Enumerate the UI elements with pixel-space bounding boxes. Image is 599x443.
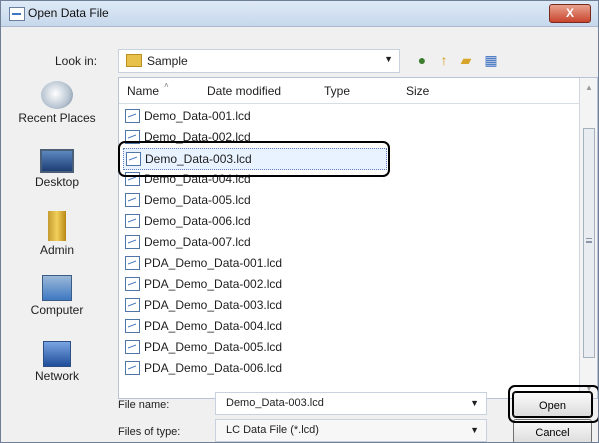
type-column-header[interactable]: Type: [324, 84, 350, 98]
places-bar: Recent Places Desktop Admin Computer Net…: [5, 77, 109, 397]
lcd-file-icon: [125, 340, 140, 354]
place-computer[interactable]: Computer: [5, 275, 109, 317]
files-of-type-label: Files of type:: [118, 426, 181, 438]
app-icon: [9, 7, 25, 21]
open-button-highlight: [508, 385, 598, 423]
lcd-file-icon: [125, 361, 140, 375]
name-column-header[interactable]: Name ˄: [127, 81, 169, 98]
vertical-scrollbar[interactable]: ▲ ▼: [579, 78, 597, 398]
new-folder-icon[interactable]: ▰: [457, 51, 475, 69]
file-list-header: Name ˄ Date modified Type Size: [119, 78, 579, 104]
folder-icon: [126, 54, 142, 67]
file-row[interactable]: Demo_Data-001.lcd: [123, 106, 503, 126]
look-in-label: Look in:: [55, 54, 98, 68]
file-row[interactable]: PDA_Demo_Data-006.lcd: [123, 358, 503, 378]
file-row[interactable]: PDA_Demo_Data-003.lcd: [123, 295, 503, 315]
file-name: Demo_Data-005.lcd: [144, 193, 251, 207]
place-label: Network: [34, 369, 79, 383]
files-of-type-dropdown[interactable]: LC Data File (*.lcd) ▼: [215, 419, 487, 442]
place-label: Admin: [39, 243, 74, 257]
place-admin[interactable]: Admin: [5, 211, 109, 257]
view-menu-icon[interactable]: ▦: [482, 51, 500, 69]
selected-file-highlight: [118, 141, 390, 177]
chevron-down-icon[interactable]: ▼: [470, 398, 479, 408]
date-modified-column-header[interactable]: Date modified: [207, 84, 281, 98]
recent-places-icon: [41, 81, 73, 109]
open-data-file-dialog: Open Data File X Look in: Sample ▼ ● ↑ ▰…: [0, 0, 599, 443]
title-bar: Open Data File X: [1, 1, 598, 27]
file-name: PDA_Demo_Data-003.lcd: [144, 298, 283, 312]
file-name: Demo_Data-007.lcd: [144, 235, 251, 249]
file-row[interactable]: PDA_Demo_Data-002.lcd: [123, 274, 503, 294]
desktop-icon: [40, 149, 74, 173]
file-row[interactable]: Demo_Data-005.lcd: [123, 190, 503, 210]
file-row[interactable]: PDA_Demo_Data-005.lcd: [123, 337, 503, 357]
scrollbar-grip-icon: [586, 238, 592, 240]
place-label: Desktop: [34, 175, 80, 189]
look-in-dropdown[interactable]: Sample ▼: [118, 49, 400, 73]
lcd-file-icon: [125, 109, 140, 123]
scrollbar-thumb[interactable]: [583, 128, 595, 358]
file-name: Demo_Data-006.lcd: [144, 214, 251, 228]
file-name: PDA_Demo_Data-004.lcd: [144, 319, 283, 333]
lcd-file-icon: [125, 277, 140, 291]
file-name: PDA_Demo_Data-006.lcd: [144, 361, 283, 375]
look-in-value: Sample: [147, 54, 188, 68]
file-name: Demo_Data-001.lcd: [144, 109, 251, 123]
sort-arrow-icon: ˄: [164, 81, 169, 90]
computer-icon: [42, 275, 72, 301]
file-row[interactable]: Demo_Data-006.lcd: [123, 211, 503, 231]
scroll-up-icon[interactable]: ▲: [585, 83, 593, 92]
lcd-file-icon: [125, 298, 140, 312]
file-name: PDA_Demo_Data-002.lcd: [144, 277, 283, 291]
file-name: PDA_Demo_Data-005.lcd: [144, 340, 283, 354]
chevron-down-icon: ▼: [470, 425, 479, 435]
file-list[interactable]: Name ˄ Date modified Type Size Demo_Data-…: [118, 77, 598, 399]
file-name-label: File name:: [118, 399, 170, 411]
lcd-file-icon: [125, 193, 140, 207]
file-row[interactable]: PDA_Demo_Data-004.lcd: [123, 316, 503, 336]
file-name-value: Demo_Data-003.lcd: [226, 397, 324, 409]
user-folder-icon: [48, 211, 66, 241]
place-network[interactable]: Network: [5, 341, 109, 383]
place-desktop[interactable]: Desktop: [5, 145, 109, 189]
lcd-file-icon: [125, 319, 140, 333]
window-title: Open Data File: [28, 6, 109, 20]
close-button[interactable]: X: [549, 4, 591, 23]
size-column-header[interactable]: Size: [406, 84, 429, 98]
file-row[interactable]: Demo_Data-007.lcd: [123, 232, 503, 252]
place-label: Recent Places: [18, 111, 96, 125]
files-of-type-value: LC Data File (*.lcd): [226, 424, 319, 436]
up-folder-icon[interactable]: ↑: [435, 51, 453, 69]
place-label: Computer: [30, 303, 84, 317]
lcd-file-icon: [125, 235, 140, 249]
lcd-file-icon: [125, 256, 140, 270]
file-name: PDA_Demo_Data-001.lcd: [144, 256, 283, 270]
lcd-file-icon: [125, 214, 140, 228]
chevron-down-icon: ▼: [384, 54, 393, 64]
network-icon: [43, 341, 71, 367]
file-name-input[interactable]: Demo_Data-003.lcd ▼: [215, 392, 487, 415]
back-icon[interactable]: ●: [413, 51, 431, 69]
place-recent-places[interactable]: Recent Places: [5, 81, 109, 125]
file-row[interactable]: PDA_Demo_Data-001.lcd: [123, 253, 503, 273]
